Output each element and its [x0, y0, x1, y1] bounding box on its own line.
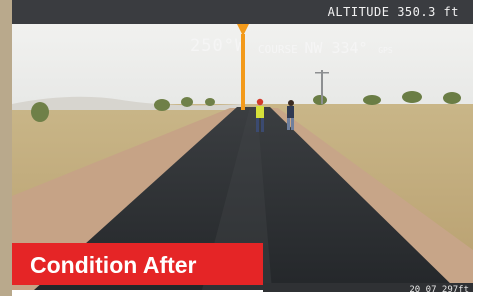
- course-source: GPS: [378, 46, 393, 55]
- bottom-readout: 20 07 297ft: [409, 285, 469, 295]
- heading-indicator-line: [241, 34, 245, 110]
- heading-readout: 250°W: [190, 36, 247, 56]
- right-margin: [473, 0, 485, 296]
- course-label: COURSE: [258, 43, 298, 56]
- hud-top-bar: ALTITUDE 350.3 ft: [12, 0, 473, 24]
- altitude-readout: ALTITUDE 350.3 ft: [327, 5, 459, 19]
- course-readout: COURSE NW 334° GPS: [258, 39, 393, 57]
- left-edge-strip: [0, 0, 12, 296]
- course-value: NW 334°: [304, 39, 368, 57]
- video-frame: ALTITUDE 350.3 ft 250°W COURSE NW 334° G…: [0, 0, 485, 296]
- condition-banner: Condition After: [12, 243, 263, 285]
- condition-banner-text: Condition After: [30, 252, 197, 278]
